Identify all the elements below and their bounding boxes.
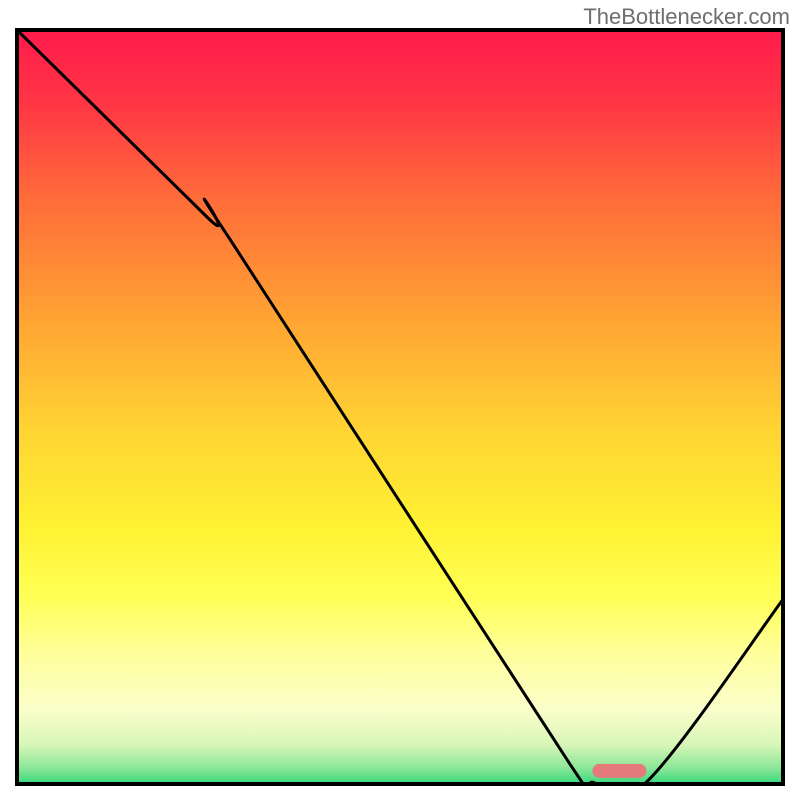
- chart-svg: [15, 28, 785, 786]
- plot-area: [15, 28, 785, 786]
- optimal-marker: [593, 764, 647, 778]
- watermark-text: TheBottlenecker.com: [583, 4, 790, 30]
- chart-container: TheBottlenecker.com: [0, 0, 800, 800]
